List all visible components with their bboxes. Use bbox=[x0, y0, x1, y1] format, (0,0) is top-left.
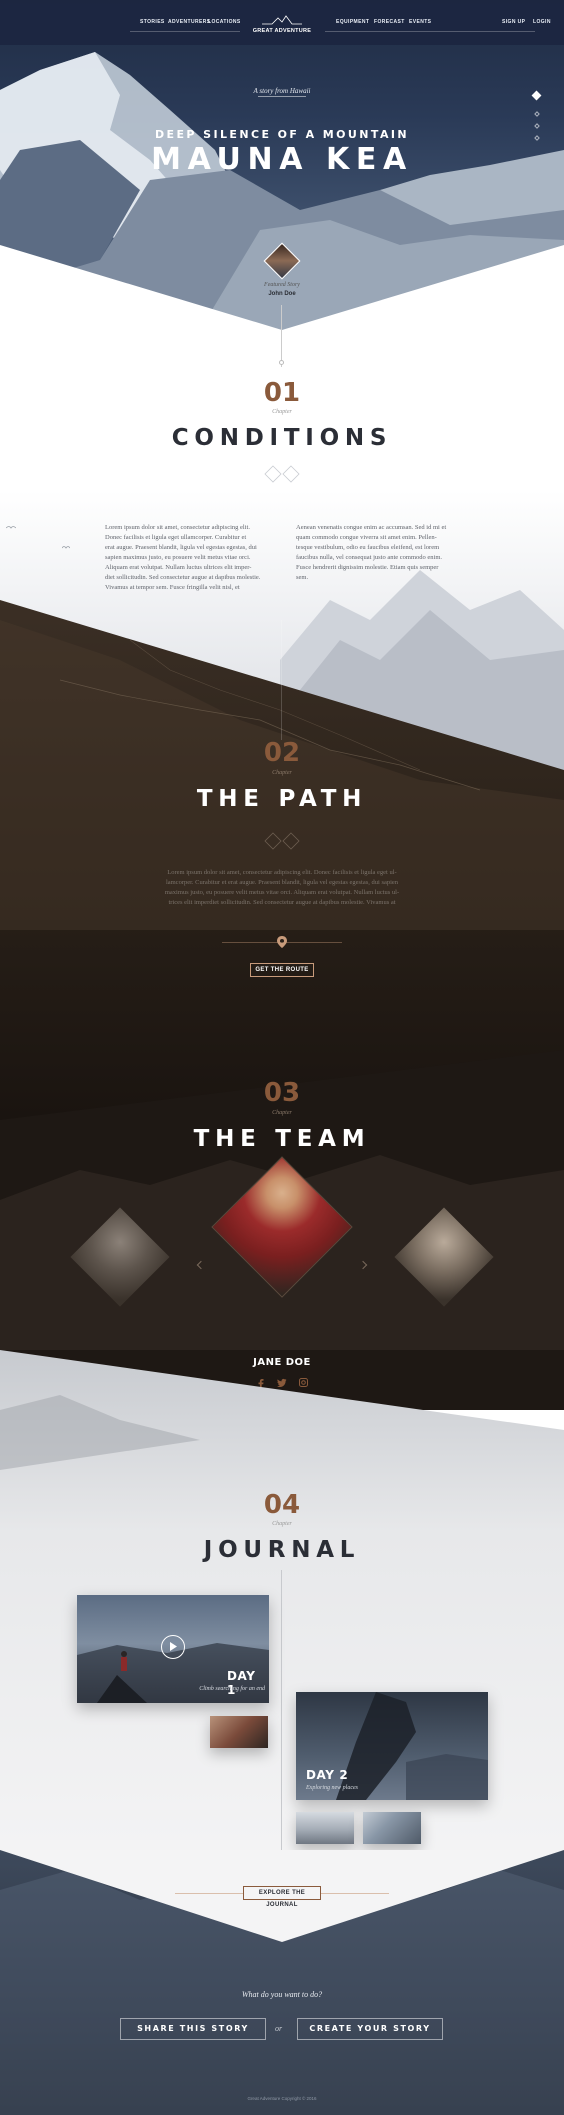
nav-equipment[interactable]: EQUIPMENT bbox=[336, 19, 369, 25]
journal-day2-thumbnail-2[interactable] bbox=[363, 1812, 421, 1844]
day1-subtitle: Climb searching for an end bbox=[199, 1686, 265, 1692]
conditions-diamond-icons bbox=[264, 465, 300, 483]
bird-icon bbox=[6, 526, 16, 529]
chapter-02-number: 02 bbox=[263, 738, 301, 768]
nav-locations[interactable]: LOCATIONS bbox=[208, 19, 241, 25]
footer-copyright: Great Adventure Copyright © 2016 bbox=[247, 2096, 317, 2101]
nav-login[interactable]: LOGIN bbox=[533, 19, 551, 25]
conditions-column-left: Lorem ipsum dolor sit amet, consectetur … bbox=[105, 523, 305, 593]
timeline-line bbox=[281, 1570, 282, 1870]
chapter-04-number: 04 bbox=[263, 1490, 301, 1520]
explore-journal-button[interactable]: EXPLORE THE JOURNAL bbox=[243, 1886, 321, 1908]
chapter-04-label: Chapter bbox=[272, 1521, 292, 1527]
chapter-02-label: Chapter bbox=[272, 770, 292, 776]
explore-line-right bbox=[319, 1893, 389, 1894]
featured-label: Featured Story bbox=[264, 282, 300, 288]
path-description: Lorem ipsum dolor sit amet, consectetur … bbox=[0, 868, 564, 908]
hero-title: MAUNA KEA bbox=[151, 142, 413, 177]
conditions-text-line: Vivamus at tempor sem. Fusce fringilla v… bbox=[105, 584, 240, 591]
hero-story-place: Hawaii bbox=[289, 87, 311, 95]
conditions-text-line: Aenean venenatis congue enim ac accumsan… bbox=[296, 524, 447, 531]
timeline-line bbox=[281, 305, 282, 367]
explore-line-left bbox=[175, 1893, 245, 1894]
path-text-line: lamcorper. Curabitur et erat augue. Prae… bbox=[165, 879, 399, 886]
hero-story-from: A story from Hawaii bbox=[0, 87, 564, 95]
chapter-03-number: 03 bbox=[263, 1078, 301, 1108]
logo-text[interactable]: GREAT ADVENTURE bbox=[250, 28, 314, 34]
create-story-button[interactable]: CREATE YOUR STORY bbox=[297, 2018, 443, 2040]
hero-divider bbox=[258, 96, 306, 97]
get-route-button[interactable]: GET THE ROUTE bbox=[250, 963, 314, 977]
hero-subtitle: DEEP SILENCE OF A MOUNTAIN bbox=[154, 128, 410, 141]
conditions-column-right: Aenean venenatis congue enim ac accumsan… bbox=[296, 523, 486, 583]
nav-events[interactable]: EVENTS bbox=[409, 19, 431, 25]
day2-subtitle: Exploring new places bbox=[306, 1785, 358, 1791]
featured-name[interactable]: John Doe bbox=[0, 291, 564, 297]
logo-mountain-icon[interactable] bbox=[262, 12, 302, 25]
nav-sign-up[interactable]: SIGN UP bbox=[502, 19, 525, 25]
day1-title: DAY 1 bbox=[227, 1669, 256, 1697]
journal-day2-thumbnail-1[interactable] bbox=[296, 1812, 354, 1844]
conditions-text-line: sem. bbox=[296, 574, 309, 581]
conditions-title: CONDITIONS bbox=[171, 425, 393, 451]
timeline-dot bbox=[279, 360, 284, 365]
day2-title: DAY 2 bbox=[306, 1768, 349, 1782]
play-video-icon[interactable] bbox=[161, 1635, 185, 1659]
path-background bbox=[0, 600, 564, 1120]
hero-story-prefix: A story from bbox=[253, 87, 289, 95]
conditions-text-line: erat augue. Praesent blandit, ligula vel… bbox=[105, 544, 257, 551]
journal-title: JOURNAL bbox=[203, 1537, 361, 1563]
route-line bbox=[222, 942, 342, 943]
bird-icon bbox=[62, 546, 70, 549]
path-text-line: trices elit imperdiet sollicitudin. Sed … bbox=[168, 899, 396, 906]
conditions-text-line: quam commodo congue viverra sit amet eni… bbox=[296, 534, 437, 541]
conditions-text-line: tesque vestibulum, odio eu faucibus elei… bbox=[296, 544, 440, 551]
chapter-01-number: 01 bbox=[263, 378, 301, 408]
path-diamond-icons bbox=[264, 832, 300, 850]
nav-forecast[interactable]: FORECAST bbox=[374, 19, 405, 25]
chapter-03-label: Chapter bbox=[272, 1110, 292, 1116]
nav-divider-right bbox=[325, 31, 535, 32]
journal-day1-card[interactable]: DAY 1 Climb searching for an end bbox=[77, 1595, 269, 1703]
share-story-button[interactable]: SHARE THIS STORY bbox=[120, 2018, 266, 2040]
conditions-text-line: Fusce hendrerit dignissim molestie. Etia… bbox=[296, 564, 439, 571]
path-text-line: Lorem ipsum dolor sit amet, consectetur … bbox=[167, 869, 397, 876]
conditions-text-line: Donec facilisis et ligula eget ullamcorp… bbox=[105, 534, 247, 541]
conditions-text-line: Lorem ipsum dolor sit amet, consectetur … bbox=[105, 524, 250, 531]
journal-day2-card[interactable]: DAY 2 Exploring new places bbox=[296, 1692, 488, 1800]
team-title: THE TEAM bbox=[193, 1126, 371, 1152]
conditions-text-line: sapien maximus justo, eu posuere velit m… bbox=[105, 554, 251, 561]
footer-or: or bbox=[275, 2024, 283, 2033]
nav-stories[interactable]: STORIES bbox=[140, 19, 165, 25]
path-text-line: maximus justo, eu posuere velit metus vi… bbox=[164, 889, 400, 896]
chapter-01-label: Chapter bbox=[272, 409, 292, 415]
journal-day1-thumbnail[interactable] bbox=[210, 1716, 268, 1748]
nav-divider-left bbox=[130, 31, 240, 32]
conditions-text-line: diet sollicitudin. Sed consectetur augue… bbox=[105, 574, 261, 581]
conditions-text-line: Aliquam erat volutpat. Nullam luctus ult… bbox=[105, 564, 252, 571]
conditions-text-line: faucibus nulla, vel consequat justo ante… bbox=[296, 554, 443, 561]
path-title: THE PATH bbox=[196, 786, 368, 812]
nav-adventurers[interactable]: ADVENTURERS bbox=[168, 19, 210, 25]
footer-question: What do you want to do? bbox=[241, 1990, 323, 1999]
timeline-line bbox=[281, 620, 282, 740]
